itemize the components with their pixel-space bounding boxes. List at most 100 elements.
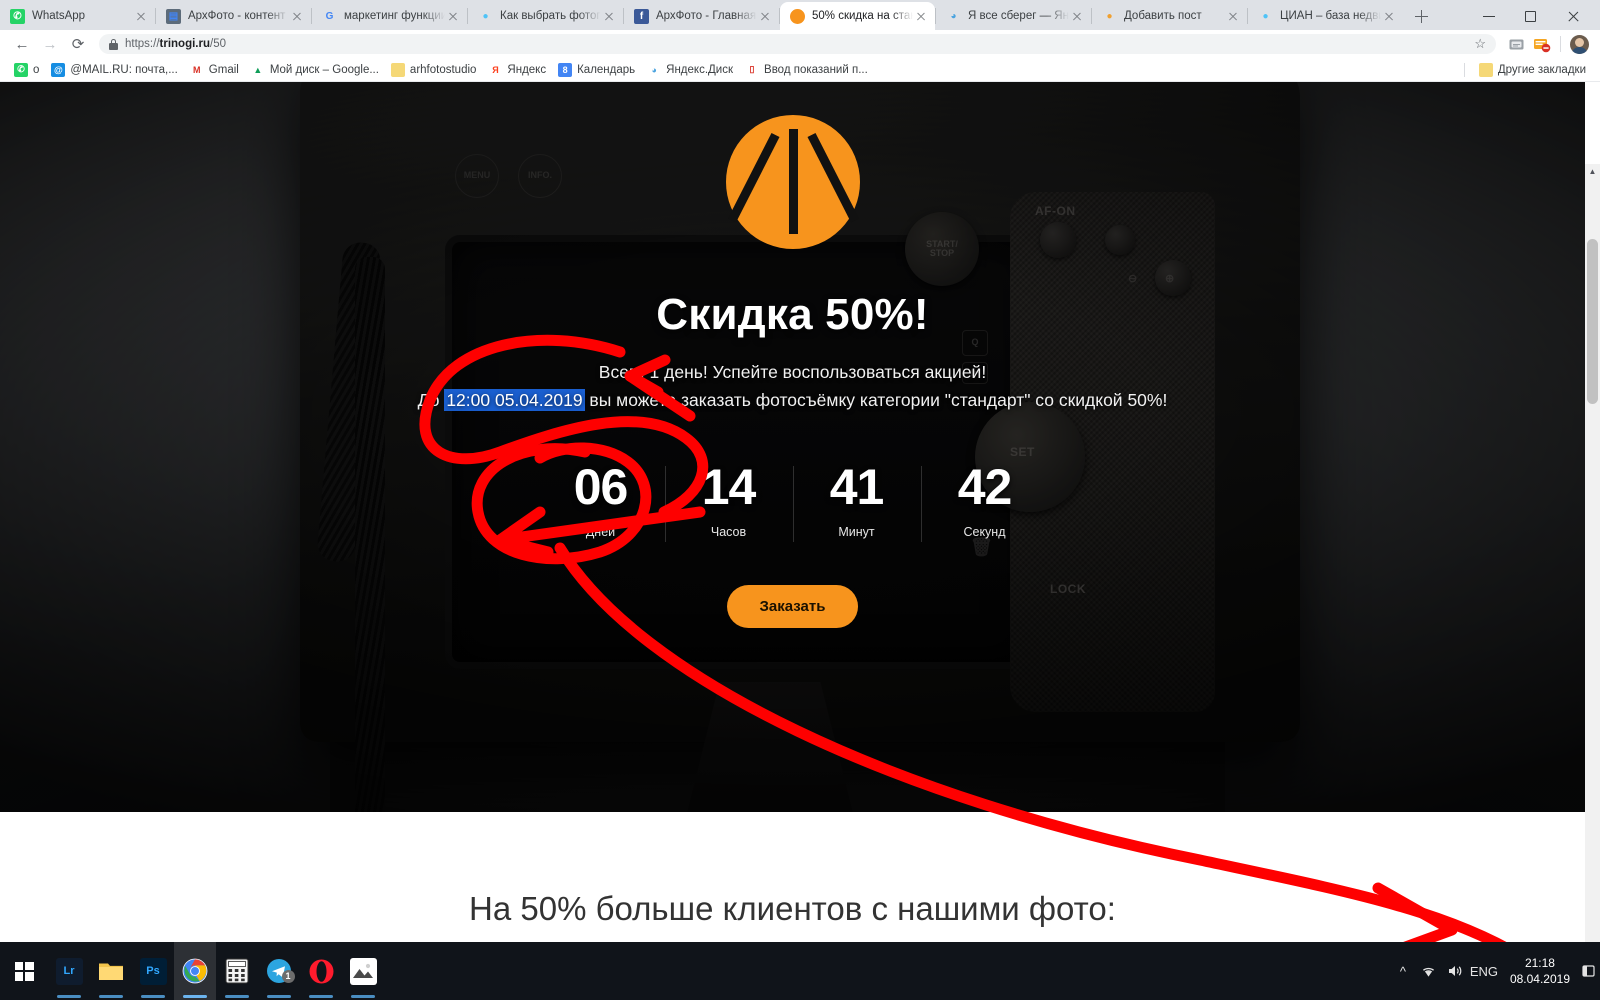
taskbar-running-indicator <box>99 995 123 998</box>
taskbar-app-google-chrome[interactable] <box>174 942 216 1000</box>
scroll-up-arrow-icon[interactable]: ▲ <box>1585 164 1600 179</box>
browser-tab[interactable]: ◕ Я все сберег — Яндекс <box>936 2 1091 30</box>
bookmark-item[interactable]: ▲ Мой диск – Google... <box>245 61 385 79</box>
bookmark-item[interactable]: ◕ Яндекс.Диск <box>641 61 739 79</box>
tab-close-button[interactable] <box>601 8 617 24</box>
map-pin-icon: ● <box>482 10 489 22</box>
tab-title: 50% скидка на стандартную <box>812 10 913 22</box>
clock-time: 21:18 <box>1524 955 1555 970</box>
countdown-unit-seconds: 42 Секунд <box>920 459 1049 542</box>
notification-center-button[interactable] <box>1580 942 1596 1000</box>
taskbar-running-indicator <box>267 995 291 998</box>
language-indicator[interactable]: ENG <box>1468 942 1500 1000</box>
bookmark-item[interactable]: arhfotostudio <box>385 61 483 79</box>
tab-close-button[interactable] <box>757 8 773 24</box>
taskbar-app-file-explorer[interactable] <box>90 942 132 1000</box>
google-drive-icon: ▲ <box>253 64 263 75</box>
browser-tab-active[interactable]: 50% скидка на стандартную <box>780 2 935 30</box>
close-window-button[interactable] <box>1552 3 1594 29</box>
browser-tab[interactable]: ● ЦИАН – база недвижимости <box>1248 2 1403 30</box>
address-bar[interactable]: https://trinogi.ru/50 ☆ <box>99 34 1496 54</box>
system-tray: ^ ENG 21:18 08.04.2019 <box>1390 942 1600 1000</box>
countdown-hours-label: Часов <box>710 525 747 539</box>
browser-tab[interactable]: f АрхФото - Главная <box>624 2 779 30</box>
tab-title: Как выбрать фотографа <box>500 10 601 22</box>
start-button[interactable] <box>0 942 48 1000</box>
bookmark-label: Календарь <box>577 63 636 76</box>
network-icon[interactable] <box>1416 942 1442 1000</box>
bookmark-label: Gmail <box>208 63 239 76</box>
toolbar-divider <box>1560 36 1561 52</box>
photos-icon <box>349 957 377 985</box>
bookmark-label: Яндекс <box>507 63 547 76</box>
maximize-button[interactable] <box>1510 3 1552 29</box>
show-hidden-icons-button[interactable]: ^ <box>1390 942 1416 1000</box>
browser-tab[interactable]: ● Добавить пост <box>1092 2 1247 30</box>
taskbar-app-calculator[interactable] <box>216 942 258 1000</box>
volume-icon[interactable] <box>1442 942 1468 1000</box>
yandex-browser-icon: ◕ <box>950 10 957 22</box>
tab-close-button[interactable] <box>1225 8 1241 24</box>
other-bookmarks-label: Другие закладки <box>1497 63 1586 76</box>
yandex-disk-icon: ◕ <box>651 64 657 75</box>
countdown-seconds-label: Секунд <box>963 525 1006 539</box>
bookmark-item[interactable]: @ @MAIL.RU: почта,... <box>45 61 183 79</box>
tab-close-button[interactable] <box>913 8 929 24</box>
taskbar-clock[interactable]: 21:18 08.04.2019 <box>1500 955 1580 987</box>
countdown-unit-hours: 14 Часов <box>664 462 793 542</box>
url-text: https://trinogi.ru/50 <box>125 38 226 50</box>
promo-subtitle-line-2: До 12:00 05.04.2019 вы можете заказать ф… <box>0 389 1585 411</box>
selected-deadline-text[interactable]: 12:00 05.04.2019 <box>444 389 585 411</box>
windows-logo-icon <box>14 961 34 981</box>
tab-close-button[interactable] <box>289 8 305 24</box>
forward-button[interactable]: → <box>36 30 64 58</box>
taskbar-app-telegram[interactable]: 1 <box>258 942 300 1000</box>
bookmark-label: arhfotostudio <box>409 63 477 76</box>
windows-taskbar: Lr Ps 1 ^ ENG 21:18 08.04.2019 <box>0 942 1600 1000</box>
meter-icon: ▯ <box>749 64 755 74</box>
countdown-unit-minutes: 41 Минут <box>792 462 921 542</box>
hero-content: Скидка 50%! Всего 1 день! Успейте воспол… <box>0 82 1585 812</box>
tab-title: Я все сберег — Яндекс <box>968 10 1069 22</box>
order-button[interactable]: Заказать <box>726 585 859 628</box>
bookmark-star-icon[interactable]: ☆ <box>1474 36 1486 52</box>
tab-close-button[interactable] <box>1069 8 1085 24</box>
file-explorer-icon <box>98 958 125 985</box>
telegram-icon: 1 <box>266 958 295 985</box>
bookmark-item[interactable]: M Gmail <box>184 61 245 79</box>
facebook-icon: f <box>634 8 649 24</box>
other-bookmarks-button[interactable]: Другие закладки <box>1473 61 1592 79</box>
trello-icon: ▤ <box>166 8 181 24</box>
taskbar-app-opera[interactable] <box>300 942 342 1000</box>
tab-close-button[interactable] <box>133 8 149 24</box>
countdown-seconds-value: 42 <box>957 459 1013 515</box>
browser-tab[interactable]: ● Как выбрать фотографа <box>468 2 623 30</box>
browser-tab[interactable]: ▤ АрхФото - контент план <box>156 2 311 30</box>
scrollbar-thumb[interactable] <box>1587 239 1598 404</box>
reload-button[interactable]: ⟳ <box>64 30 92 58</box>
extension-icon[interactable] <box>1503 31 1529 57</box>
gmail-icon: M <box>193 64 201 75</box>
profile-button[interactable] <box>1566 31 1592 57</box>
new-tab-button[interactable] <box>1407 2 1435 30</box>
adblock-icon[interactable] <box>1529 31 1555 57</box>
lightroom-icon: Lr <box>55 957 83 985</box>
bookmark-item[interactable]: ✆ o <box>8 61 45 79</box>
tab-close-button[interactable] <box>1381 8 1397 24</box>
reload-icon: ⟳ <box>71 36 85 53</box>
bookmark-item[interactable]: ▯ Ввод показаний п... <box>739 61 874 79</box>
bookmark-item[interactable]: Я Яндекс <box>482 61 552 79</box>
browser-tab[interactable]: Gмаркетинг функции - Поиск <box>312 2 467 30</box>
page-viewport: MENU INFO. START/ STOP AF-ON ⊖ ⊕ Q ▶ SET… <box>0 82 1600 942</box>
google-chrome-icon <box>182 958 209 985</box>
taskbar-app-photos[interactable] <box>342 942 384 1000</box>
back-button[interactable]: ← <box>8 30 36 58</box>
browser-tab[interactable]: ✆ WhatsApp <box>0 2 155 30</box>
page-scrollbar[interactable]: ▲ ▼ <box>1585 164 1600 942</box>
minimize-button[interactable] <box>1468 3 1510 29</box>
taskbar-app-photoshop[interactable]: Ps <box>132 942 174 1000</box>
bookmark-item[interactable]: 8 Календарь <box>552 61 641 79</box>
trinogi-logo[interactable] <box>725 115 860 249</box>
tab-close-button[interactable] <box>445 8 461 24</box>
taskbar-app-lightroom[interactable]: Lr <box>48 942 90 1000</box>
